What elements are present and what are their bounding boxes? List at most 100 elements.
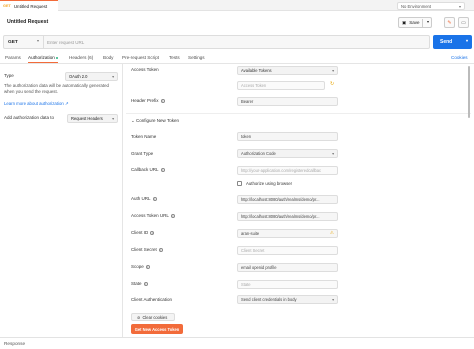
- section-title: Configure New Token: [136, 118, 179, 123]
- info-icon: i: [143, 281, 148, 286]
- client-secret-label: Client Secret i: [131, 247, 163, 252]
- token-name-label: Token Name: [131, 134, 157, 139]
- header-prefix-input[interactable]: Bearer: [237, 97, 338, 106]
- send-label: Send: [440, 39, 453, 45]
- tab-authorization-label: Authorization: [28, 55, 55, 60]
- tab-method: GET: [3, 4, 11, 8]
- client-id-input[interactable]: aran-suite ⚠: [237, 229, 338, 238]
- scrollbar-thumb[interactable]: [468, 66, 470, 118]
- client-secret-input[interactable]: Client Secret: [237, 246, 338, 255]
- add-to-select[interactable]: Request Headers ▾: [67, 114, 118, 123]
- client-auth-select[interactable]: Send client credentials in body ▾: [237, 295, 338, 304]
- chevron-down-icon: ▾: [332, 152, 334, 156]
- configure-token-section[interactable]: ⌄ Configure New Token: [131, 118, 179, 124]
- auth-note: The authorization data will be automatic…: [4, 83, 109, 94]
- client-auth-label: Client Authentication: [131, 297, 173, 302]
- available-tokens-select[interactable]: Available Tokens ▾: [237, 66, 338, 75]
- chevron-down-icon: ▾: [465, 38, 468, 43]
- grant-type-value: Authorization Code: [241, 151, 276, 156]
- tab-params[interactable]: Params: [5, 55, 21, 60]
- refresh-icon[interactable]: ↻: [330, 81, 334, 87]
- type-label: Type: [4, 73, 14, 78]
- scope-label: Scope i: [131, 264, 150, 269]
- auth-url-input[interactable]: http://localhost:8080/auth/realms/demo/p…: [237, 195, 338, 204]
- chevron-down-icon: ▾: [36, 38, 39, 43]
- access-token-url-input[interactable]: http://localhost:8080/auth/realms/demo/p…: [237, 212, 338, 221]
- access-token-url-text: Access Token URL: [131, 213, 169, 218]
- auth-url-label: Auth URL i: [131, 196, 157, 201]
- chevron-down-icon[interactable]: ▾: [427, 19, 429, 24]
- url-input[interactable]: Enter request URL: [47, 36, 84, 48]
- comments-button[interactable]: ▭: [458, 17, 469, 28]
- client-auth-value: Send client credentials in body: [241, 297, 297, 302]
- tab-settings[interactable]: Settings: [188, 55, 205, 60]
- authorize-browser-label: Authorize using browser: [246, 181, 293, 186]
- authorize-browser-checkbox[interactable]: [237, 181, 242, 186]
- info-icon: i: [152, 196, 157, 201]
- client-id-text: Client ID: [131, 230, 149, 235]
- cookies-link[interactable]: Cookies: [451, 55, 468, 60]
- request-tab[interactable]: GET Untitled Request: [0, 0, 58, 11]
- section-divider: [126, 113, 471, 114]
- auth-url-text: Auth URL: [131, 196, 151, 201]
- info-icon: i: [160, 98, 165, 103]
- panel-divider: [122, 64, 123, 341]
- client-id-value: aran-suite: [241, 231, 260, 236]
- add-to-value: Request Headers: [71, 116, 103, 121]
- edit-button[interactable]: ✎: [444, 17, 455, 28]
- tab-authorization[interactable]: Authorization: [28, 55, 59, 63]
- auth-type-value: OAuth 2.0: [69, 74, 88, 79]
- available-tokens-value: Available Tokens: [241, 68, 272, 73]
- grant-type-label: Grant Type: [131, 151, 154, 156]
- state-text: State: [131, 281, 142, 286]
- info-icon: i: [160, 167, 165, 172]
- url-bar: GET ▾ Enter request URL: [3, 35, 430, 49]
- send-button[interactable]: Send ▾: [433, 35, 472, 49]
- save-icon: ▣: [402, 19, 407, 25]
- callback-url-input[interactable]: http://your-application.com/registeredca…: [237, 166, 338, 175]
- method-select[interactable]: GET ▾: [4, 36, 44, 48]
- chevron-down-icon: ▾: [332, 69, 334, 73]
- chevron-down-icon: ▾: [112, 117, 114, 121]
- environment-select[interactable]: No Environment ▾: [397, 2, 465, 10]
- clear-icon: ⊘: [137, 314, 141, 320]
- grant-type-select[interactable]: Authorization Code ▾: [237, 149, 338, 158]
- callback-url-text: Callback URL: [131, 167, 159, 172]
- method-label: GET: [8, 39, 18, 45]
- environment-label: No Environment: [401, 3, 432, 9]
- info-icon: i: [150, 230, 155, 235]
- access-token-url-label: Access Token URL i: [131, 213, 175, 218]
- access-token-field[interactable]: Access Token: [237, 81, 325, 90]
- learn-more-link[interactable]: Learn more about authorization ↗: [4, 101, 69, 107]
- warning-icon: ⚠: [329, 230, 334, 235]
- scope-input[interactable]: email openid profile: [237, 263, 338, 272]
- active-dot-icon: [55, 56, 59, 60]
- auth-type-select[interactable]: OAuth 2.0 ▾: [65, 72, 118, 81]
- tab-headers[interactable]: Headers (6): [69, 55, 93, 60]
- add-to-label: Add authorization data to: [4, 115, 55, 120]
- token-name-input[interactable]: token: [237, 132, 338, 141]
- info-icon: i: [158, 247, 163, 252]
- client-id-label: Client ID i: [131, 230, 155, 235]
- info-icon: i: [170, 213, 175, 218]
- tab-title: Untitled Request: [13, 3, 48, 9]
- state-input[interactable]: State: [237, 280, 338, 289]
- chevron-down-icon: ▾: [458, 4, 461, 9]
- callback-url-label: Callback URL i: [131, 167, 165, 172]
- divider: [422, 19, 423, 27]
- clear-cookies-label: Clear cookies: [142, 314, 168, 320]
- clear-cookies-button[interactable]: ⊘ Clear cookies: [131, 313, 175, 321]
- tab-body[interactable]: Body: [103, 55, 113, 60]
- response-panel[interactable]: Response: [0, 337, 474, 349]
- comment-icon: ▭: [461, 19, 466, 26]
- tab-pre-request-script[interactable]: Pre-request Script: [122, 55, 159, 60]
- get-new-access-token-button[interactable]: Get New Access Token: [131, 324, 183, 334]
- chevron-down-icon: ▾: [332, 298, 334, 302]
- tab-tests[interactable]: Tests: [169, 55, 180, 60]
- save-button[interactable]: ▣ Save ▾: [398, 17, 432, 28]
- response-label: Response: [4, 341, 26, 346]
- edit-icon: ✎: [447, 19, 452, 26]
- chevron-down-icon: ▾: [112, 75, 114, 79]
- scope-text: Scope: [131, 264, 144, 269]
- header-prefix-label: Header Prefix i: [131, 98, 165, 103]
